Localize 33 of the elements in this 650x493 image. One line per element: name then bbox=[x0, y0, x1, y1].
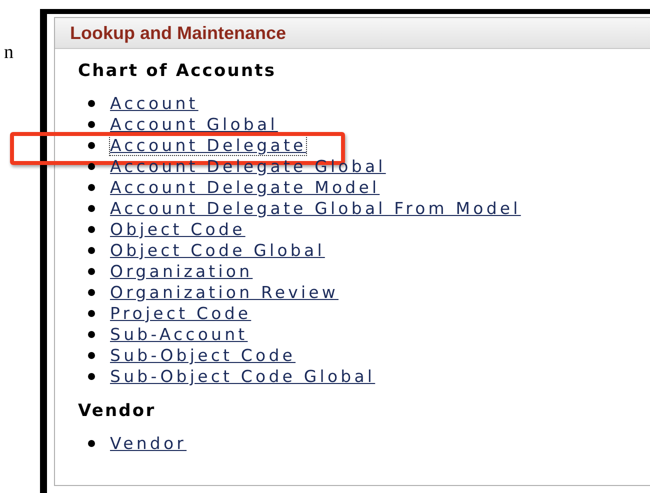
bullet-icon bbox=[88, 205, 95, 212]
bullet-icon bbox=[88, 289, 95, 296]
lookup-link[interactable]: Sub-Account bbox=[110, 325, 248, 344]
lookup-link[interactable]: Organization bbox=[110, 262, 253, 281]
bullet-icon bbox=[88, 163, 95, 170]
bullet-icon bbox=[88, 184, 95, 191]
bullet-icon bbox=[88, 121, 95, 128]
lookup-link[interactable]: Object Code Global bbox=[110, 241, 325, 260]
section-heading: Vendor bbox=[78, 401, 157, 421]
bullet-icon bbox=[88, 373, 95, 380]
page-text-fragment: n bbox=[4, 42, 14, 64]
bullet-icon bbox=[88, 100, 95, 107]
lookup-link[interactable]: Account bbox=[110, 94, 198, 113]
section-heading: Chart of Accounts bbox=[78, 61, 278, 81]
lookup-link[interactable]: Account Global bbox=[110, 115, 278, 134]
bullet-icon bbox=[88, 226, 95, 233]
lookup-link[interactable]: Sub-Object Code bbox=[110, 346, 296, 365]
lookup-link[interactable]: Account Delegate bbox=[110, 136, 306, 155]
bullet-icon bbox=[88, 142, 95, 149]
bullet-icon bbox=[88, 440, 95, 447]
lookup-link[interactable]: Account Delegate Model bbox=[110, 178, 380, 197]
lookup-link[interactable]: Vendor bbox=[110, 434, 187, 453]
bullet-icon bbox=[88, 331, 95, 338]
panel-title: Lookup and Maintenance bbox=[70, 22, 286, 44]
lookup-link[interactable]: Account Delegate Global From Model bbox=[110, 199, 521, 218]
lookup-link[interactable]: Organization Review bbox=[110, 283, 339, 302]
bullet-icon bbox=[88, 268, 95, 275]
bullet-icon bbox=[88, 352, 95, 359]
lookup-link[interactable]: Sub-Object Code Global bbox=[110, 367, 376, 386]
lookup-link[interactable]: Object Code bbox=[110, 220, 246, 239]
bullet-icon bbox=[88, 310, 95, 317]
lookup-link[interactable]: Project Code bbox=[110, 304, 252, 323]
bullet-icon bbox=[88, 247, 95, 254]
